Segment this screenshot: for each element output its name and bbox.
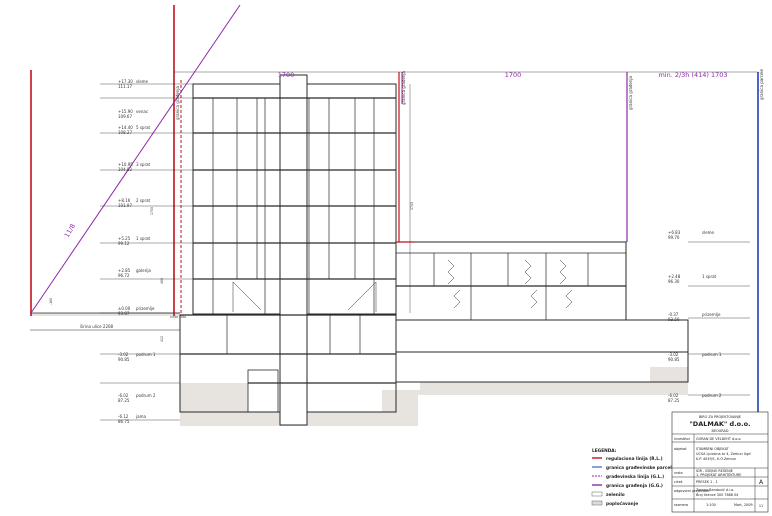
svg-text:prizemlje: prizemlje: [702, 312, 721, 317]
stair-annex: [447, 259, 573, 309]
annex-building: [395, 241, 689, 383]
level-marker: -6.12 86.75 jama: [118, 414, 146, 424]
level-marker: -0.37 93.50 prizemlje: [668, 312, 721, 322]
dim-top-far-right: min. 2/3h (414) 1703: [658, 71, 727, 79]
svg-text:5 sprat: 5 sprat: [136, 125, 151, 130]
svg-text:86.75: 86.75: [118, 419, 130, 424]
title-block-header: BIRO ZA PROJEKTOVANJE: [699, 415, 741, 419]
levels-left: +17.30 111.17 sleme +15.90 109.67 venac …: [118, 79, 156, 424]
dim-160-label: -160: [49, 298, 53, 305]
svg-text:99.70: 99.70: [668, 235, 680, 240]
street-width-label: širina ulice 2208: [80, 324, 114, 329]
height-dim-1: 1750: [150, 207, 154, 215]
svg-text:104.82: 104.82: [118, 167, 132, 172]
dim-diagonal: 11/8: [63, 222, 77, 239]
svg-text:87.25: 87.25: [118, 398, 130, 403]
granica-gradjenja-far-label: granica građenja: [628, 76, 633, 110]
company-name: "DALMAK" d.o.o.: [689, 420, 750, 428]
level-marker: -6.02 87.25 podrum 2: [668, 393, 722, 403]
level-marker: +15.90 109.67 venac: [118, 109, 148, 119]
svg-text:108.27: 108.27: [118, 130, 132, 135]
svg-text:93.87: 93.87: [118, 311, 130, 316]
object-value: STAMBENI OBJEKAT: [696, 447, 730, 451]
level-marker: +10.95 104.82 3 sprat: [118, 162, 151, 172]
legend-title: LEGENDA:: [592, 448, 617, 454]
svg-text:87.25: 87.25: [668, 398, 680, 403]
svg-text:90.85: 90.85: [118, 357, 130, 362]
svg-text:96.72: 96.72: [118, 273, 130, 278]
section-drawing: 1700 1700 min. 2/3h (414) 1703 11/8 širi…: [30, 4, 769, 513]
svg-text:1 sprat: 1 sprat: [136, 236, 151, 241]
investor-value: GORAN DE VELDEHT d.o.o.: [696, 437, 742, 441]
scale-label: razmera: [674, 503, 688, 507]
investor-label: investitor: [674, 437, 691, 441]
date-value: Mart, 2009.: [734, 503, 754, 507]
dim-top-left: 1700: [278, 71, 295, 79]
architect-value: Zorana Bandović d.i.a.: [696, 488, 734, 492]
height-dim-2: 1745: [410, 202, 414, 210]
title-block: BIRO ZA PROJEKTOVANJE "DALMAK" d.o.o. BE…: [671, 411, 769, 513]
legend-item: građevinska linija (G.L.): [606, 474, 664, 480]
granica-gradjenja-right-label: granica građenja: [401, 71, 406, 105]
scale-value: 1:100: [706, 503, 716, 507]
company-city: BEOGRAD: [712, 429, 729, 433]
type-value-2: 1. PROJEKAT ARHITEKTURE: [696, 473, 741, 477]
svg-text:prizemlje: prizemlje: [136, 306, 155, 311]
svg-text:sleme: sleme: [702, 230, 715, 235]
svg-text:3 sprat: 3 sprat: [136, 162, 151, 167]
level-marker: +5.25 99.12 1 sprat: [118, 236, 151, 246]
drawing-label: crtež: [674, 480, 683, 484]
nulta-kota-label: nulta kota: [170, 315, 186, 319]
svg-text:sleme: sleme: [136, 79, 149, 84]
level-marker: -3.02 90.85 podrum 1: [668, 352, 722, 362]
granica-parcele-label: granica parcele: [759, 68, 764, 100]
svg-text:podrum 2: podrum 2: [702, 393, 722, 398]
object-address: UCSA Ljubicna br 4, Zemun Ugd: [696, 452, 751, 456]
dim-480-label: 480: [160, 278, 164, 284]
boundary-lines: [30, 4, 759, 420]
sheet-number: 11: [759, 504, 763, 508]
legend-item: granica građenja (G.G.): [606, 483, 663, 489]
license-value: Broj licence 300 7868 04: [696, 493, 738, 497]
object-parcel: K.P. 4039/1, K.O.Zemun: [696, 457, 736, 461]
granica-gradjenja-left-label: granica građenja: [175, 86, 180, 120]
level-marker: +2.48 96.30 1 sprat: [668, 274, 717, 284]
svg-text:99.12: 99.12: [118, 241, 130, 246]
svg-text:podrum 1: podrum 1: [136, 352, 156, 357]
svg-text:90.85: 90.85: [668, 357, 680, 362]
regulation-lines: [30, 5, 414, 316]
svg-text:podrum 1: podrum 1: [702, 352, 722, 357]
svg-text:101.97: 101.97: [118, 203, 132, 208]
svg-text:1 sprat: 1 sprat: [702, 274, 717, 279]
level-marker: +2.85 96.72 galerija: [118, 268, 151, 278]
dim-412-label: 412: [160, 336, 164, 342]
level-marker: -3.02 90.85 podrum 1: [118, 352, 156, 362]
type-label: vrsta: [674, 471, 683, 475]
main-building: [179, 74, 397, 426]
level-marker: +8.16 101.97 2 sprat: [118, 198, 151, 208]
object-label: objekat: [674, 447, 687, 451]
dim-top-right: 1700: [505, 71, 522, 79]
svg-text:109.67: 109.67: [118, 114, 132, 119]
level-marker: +6.83 99.70 sleme: [668, 230, 715, 240]
svg-text:jama: jama: [135, 414, 146, 419]
legend-item: regulaciona linija (R.L.): [606, 456, 663, 462]
svg-text:93.50: 93.50: [668, 317, 680, 322]
legend-item: poploćavanje: [606, 500, 638, 507]
drawing-value: PRESEK 1 - 1: [696, 480, 718, 484]
level-marker: +14.40 108.27 5 sprat: [118, 125, 151, 135]
level-marker: -6.02 87.25 podrum 2: [118, 393, 156, 403]
svg-text:galerija: galerija: [136, 268, 151, 273]
svg-text:venac: venac: [136, 109, 148, 114]
svg-text:111.17: 111.17: [118, 84, 132, 89]
svg-text:podrum 2: podrum 2: [136, 393, 156, 398]
svg-text:96.30: 96.30: [668, 279, 680, 284]
svg-text:2 sprat: 2 sprat: [136, 198, 151, 203]
legend-item: zelenilo: [606, 492, 625, 498]
